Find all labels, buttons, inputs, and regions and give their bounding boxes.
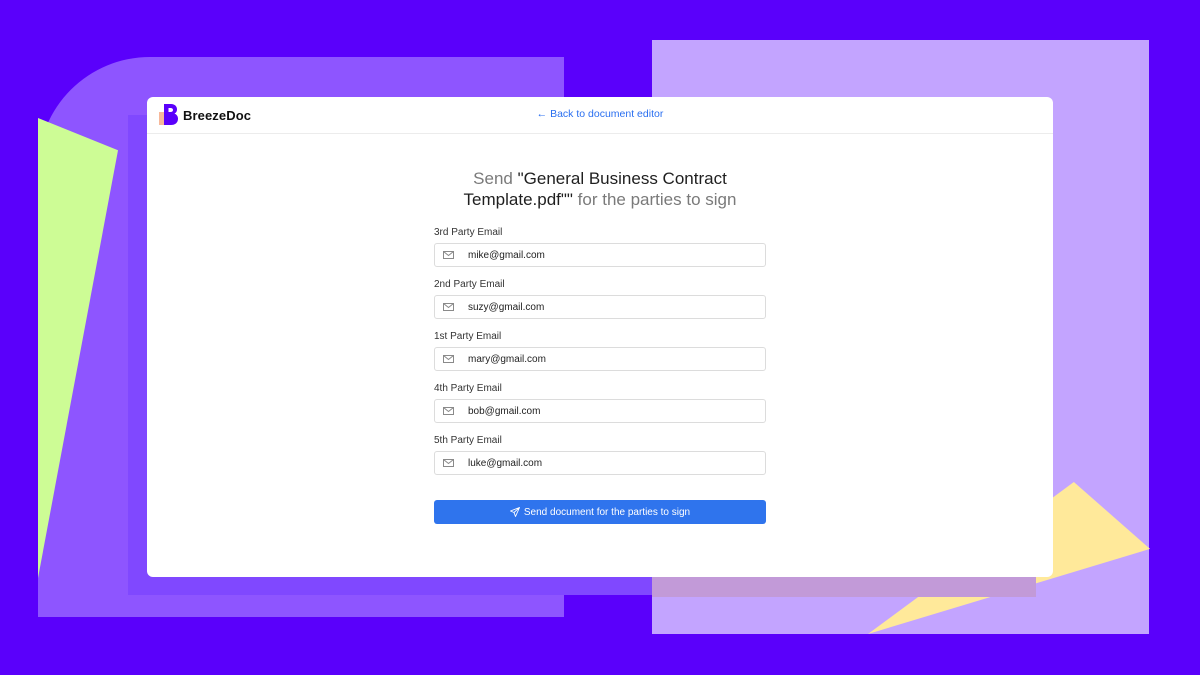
mail-icon	[443, 251, 454, 259]
email-input-wrapper[interactable]	[434, 451, 766, 475]
email-input-wrapper[interactable]	[434, 243, 766, 267]
email-field-group: 5th Party Email	[434, 435, 766, 475]
send-icon	[509, 507, 520, 517]
email-input-5th-party[interactable]	[468, 457, 728, 469]
mail-icon	[443, 303, 454, 311]
email-field-label: 3rd Party Email	[434, 227, 503, 238]
email-input-wrapper[interactable]	[434, 399, 766, 423]
email-field-label: 5th Party Email	[434, 435, 502, 446]
email-field-label: 4th Party Email	[434, 383, 502, 394]
app-window: BreezeDoc ← Back to document editor Send…	[147, 97, 1053, 577]
page-title: Send "General Business Contract Template…	[434, 168, 766, 210]
email-field-label: 2nd Party Email	[434, 279, 505, 290]
back-to-editor-link[interactable]: ← Back to document editor	[537, 108, 664, 120]
email-field-group: 4th Party Email	[434, 383, 766, 423]
email-field-group: 3rd Party Email	[434, 227, 766, 267]
email-input-1st-party[interactable]	[468, 353, 728, 365]
send-document-button[interactable]: Send document for the parties to sign	[434, 500, 766, 524]
mail-icon	[443, 459, 454, 467]
send-button-label: Send document for the parties to sign	[523, 506, 691, 518]
top-bar: BreezeDoc ← Back to document editor	[147, 97, 1053, 134]
email-input-wrapper[interactable]	[434, 347, 766, 371]
title-suffix: for the parties to sign	[572, 190, 737, 209]
email-input-2nd-party[interactable]	[468, 301, 728, 313]
email-field-label: 1st Party Email	[434, 331, 502, 342]
email-input-wrapper[interactable]	[434, 295, 766, 319]
email-field-group: 2nd Party Email	[434, 279, 766, 319]
mail-icon	[443, 355, 454, 363]
email-input-3rd-party[interactable]	[468, 249, 728, 261]
back-link-container: ← Back to document editor	[147, 108, 1053, 120]
mail-icon	[443, 407, 454, 415]
send-form: Send "General Business Contract Template…	[434, 134, 766, 524]
email-input-4th-party[interactable]	[468, 405, 728, 417]
email-field-group: 1st Party Email	[434, 331, 766, 371]
title-prefix: Send	[473, 169, 518, 188]
